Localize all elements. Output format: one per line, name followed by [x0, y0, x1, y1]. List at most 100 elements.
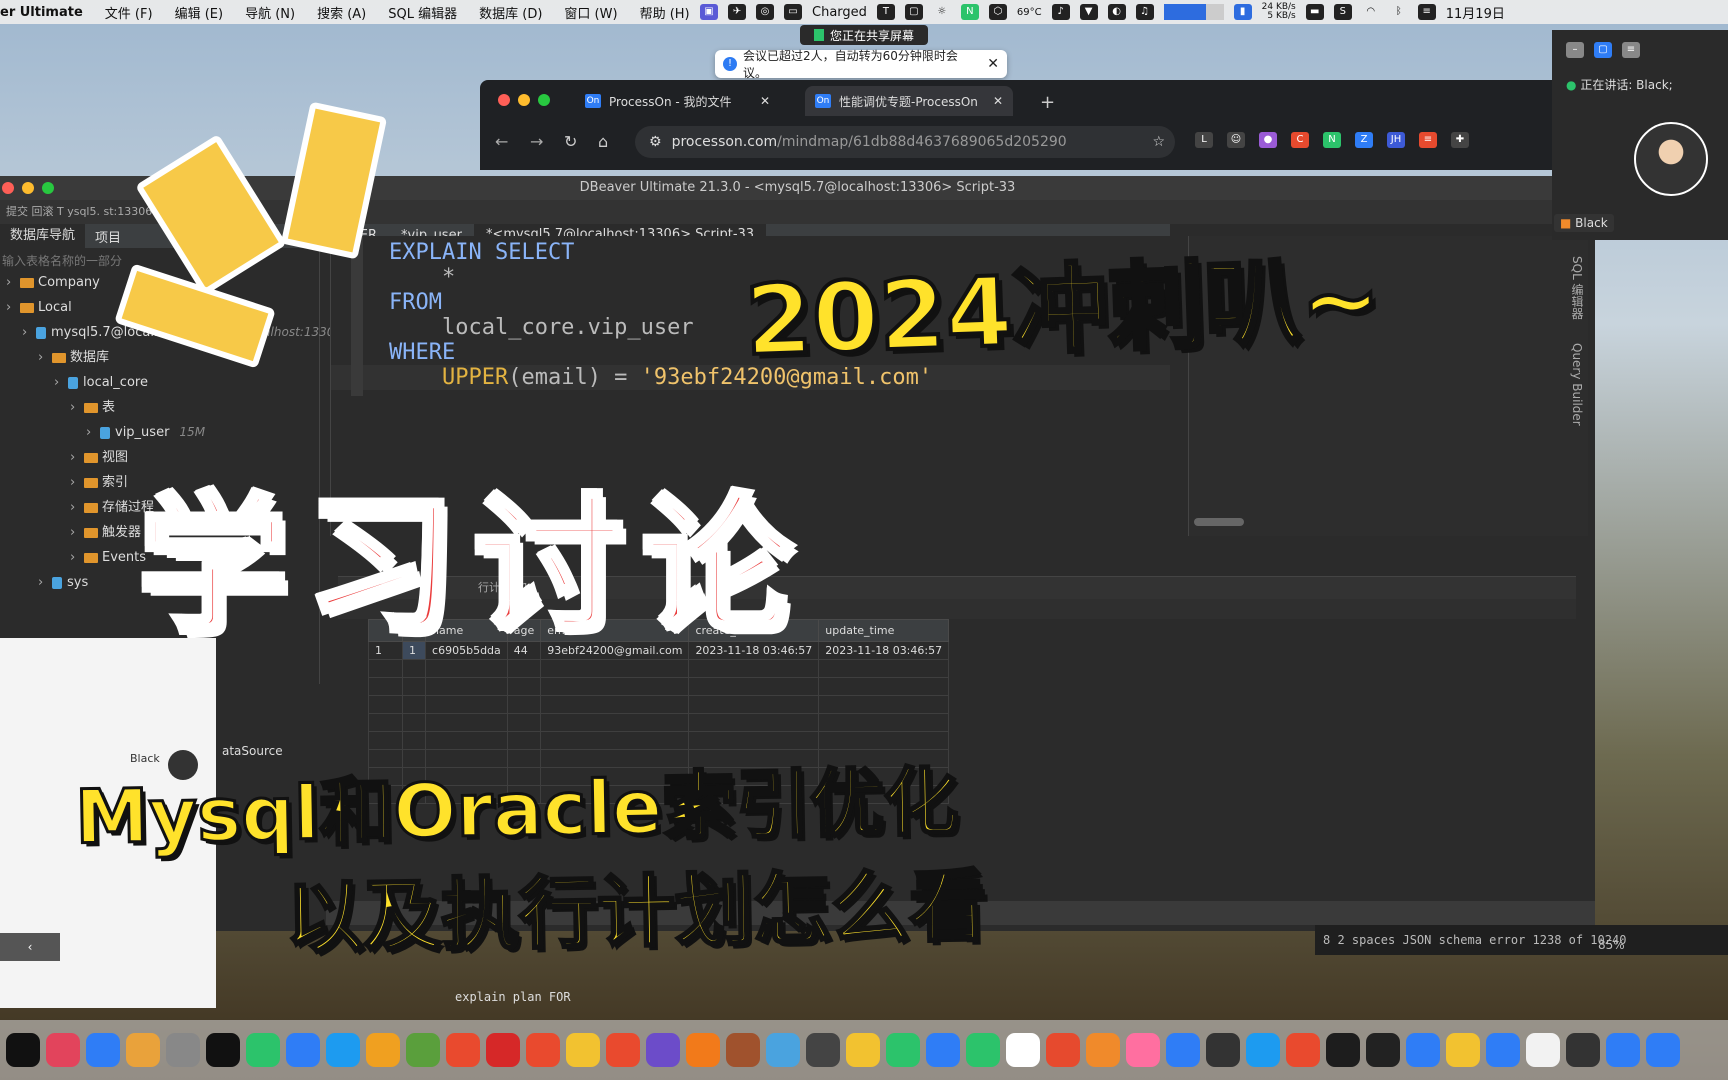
dock-app-icon[interactable]	[566, 1033, 600, 1067]
dock-app-icon[interactable]	[1486, 1033, 1520, 1067]
column-header[interactable]: update_time	[818, 619, 950, 642]
screen-share-icon[interactable]: ▣	[700, 4, 718, 20]
new-tab-button[interactable]: +	[1040, 92, 1055, 113]
chevron-icon[interactable]: ›	[6, 295, 20, 320]
dock-app-icon[interactable]	[1046, 1033, 1080, 1067]
tree-item[interactable]: › vip_user 15M	[0, 420, 319, 445]
battery-status-icon[interactable]: ▬	[1305, 4, 1324, 20]
chevron-icon[interactable]: ›	[70, 470, 84, 495]
window-zoom-button[interactable]	[538, 94, 550, 106]
collapse-button[interactable]: ‹	[0, 933, 60, 961]
window-close-button[interactable]	[2, 182, 14, 194]
tab-performance-tuning[interactable]: On 性能调优专题-ProcessOn ✕	[805, 86, 1013, 116]
dock-app-icon[interactable]	[1286, 1033, 1320, 1067]
dock-app-icon[interactable]	[6, 1033, 40, 1067]
bell-icon[interactable]: ♪	[1051, 4, 1070, 20]
control-center-icon[interactable]: ≡	[1417, 4, 1436, 20]
dock-app-icon[interactable]	[1086, 1033, 1120, 1067]
menu-database[interactable]: 数据库 (D)	[468, 3, 553, 22]
dock-app-icon[interactable]	[526, 1033, 560, 1067]
extension-icon[interactable]: ●	[1259, 132, 1277, 148]
menu-window[interactable]: 窗口 (W)	[553, 3, 628, 22]
dock-app-icon[interactable]	[1166, 1033, 1200, 1067]
memory-icon[interactable]: ▮	[1233, 4, 1252, 20]
menu-search[interactable]: 搜索 (A)	[306, 3, 377, 22]
horizontal-scrollbar[interactable]	[1194, 518, 1244, 526]
bookmark-star-icon[interactable]: ☆	[1152, 134, 1175, 150]
dock-app-icon[interactable]	[766, 1033, 800, 1067]
wifi-icon[interactable]: ◠	[1362, 4, 1380, 20]
chevron-icon[interactable]: ›	[70, 545, 84, 570]
dock-app-icon[interactable]	[1006, 1033, 1040, 1067]
typora-icon[interactable]: T	[876, 4, 895, 20]
app-tray-icon[interactable]: ✈	[728, 4, 746, 20]
chevron-icon[interactable]: ›	[70, 520, 84, 545]
puzzle-icon[interactable]: ✚	[1451, 132, 1469, 148]
tab-processon-files[interactable]: On ProcessOn - 我的文件 ✕	[575, 86, 780, 116]
menubar-app-name[interactable]: er Ultimate	[0, 5, 94, 20]
shield-icon[interactable]: ⬡	[988, 4, 1007, 20]
chevron-icon[interactable]: ›	[6, 270, 20, 295]
dock-app-icon[interactable]	[166, 1033, 200, 1067]
dock-app-icon[interactable]	[486, 1033, 520, 1067]
bookmark-icon[interactable]: ▼	[1079, 4, 1098, 20]
window-close-button[interactable]	[498, 94, 510, 106]
chevron-icon[interactable]: ›	[22, 320, 36, 345]
extension-icon[interactable]: ≡	[1419, 132, 1437, 148]
chevron-icon[interactable]: ›	[38, 570, 52, 595]
tab-sql-editor[interactable]: SQL 编辑器	[1570, 256, 1584, 320]
window-zoom-button[interactable]	[42, 182, 54, 194]
dock-app-icon[interactable]	[966, 1033, 1000, 1067]
tab-close-icon[interactable]: ✕	[760, 94, 770, 108]
moon-icon[interactable]: ◐	[1107, 4, 1126, 20]
table-cell[interactable]: 2023-11-18 03:46:57	[818, 641, 950, 660]
chevron-icon[interactable]: ›	[86, 420, 100, 445]
chevron-icon[interactable]: ›	[70, 495, 84, 520]
dock-app-icon[interactable]	[206, 1033, 240, 1067]
site-info-icon[interactable]: ⚙	[649, 134, 662, 150]
close-icon[interactable]: ✕	[987, 56, 999, 72]
dock-app-icon[interactable]	[726, 1033, 760, 1067]
tree-item[interactable]: › 数据库	[0, 345, 319, 370]
forward-icon[interactable]: →	[530, 132, 543, 151]
dock-app-icon[interactable]	[46, 1033, 80, 1067]
dock-app-icon[interactable]	[126, 1033, 160, 1067]
dock-app-icon[interactable]	[446, 1033, 480, 1067]
dock-app-icon[interactable]	[1126, 1033, 1160, 1067]
menu-edit[interactable]: 编辑 (E)	[164, 3, 235, 22]
wechat-icon[interactable]: ◎	[756, 4, 774, 20]
home-icon[interactable]: ⌂	[598, 132, 608, 151]
dock-app-icon[interactable]	[886, 1033, 920, 1067]
dock-app-icon[interactable]	[1366, 1033, 1400, 1067]
dock-app-icon[interactable]	[1606, 1033, 1640, 1067]
window-icon[interactable]: ▢	[904, 4, 923, 20]
dock-app-icon[interactable]	[86, 1033, 120, 1067]
dock-app-icon[interactable]	[926, 1033, 960, 1067]
dock-app-icon[interactable]	[846, 1033, 880, 1067]
bluetooth-icon[interactable]: ᛒ	[1390, 4, 1408, 20]
window-minimize-button[interactable]	[518, 94, 530, 106]
dock-app-icon[interactable]	[1326, 1033, 1360, 1067]
dock-app-icon[interactable]	[1406, 1033, 1440, 1067]
n-app-icon[interactable]: N	[960, 4, 979, 20]
cpu-graph[interactable]	[1163, 4, 1224, 20]
dock-app-icon[interactable]	[406, 1033, 440, 1067]
clock-date[interactable]: 11月19日	[1446, 3, 1505, 22]
dock-app-icon[interactable]	[806, 1033, 840, 1067]
chevron-icon[interactable]: ›	[38, 345, 52, 370]
airpods-icon[interactable]: ♫	[1135, 4, 1154, 20]
tab-close-icon[interactable]: ✕	[993, 94, 1003, 108]
dock-app-icon[interactable]	[1526, 1033, 1560, 1067]
minimize-icon[interactable]: –	[1566, 42, 1584, 58]
chevron-icon[interactable]: ›	[70, 395, 84, 420]
dock-app-icon[interactable]	[606, 1033, 640, 1067]
extension-icon[interactable]: L	[1195, 132, 1213, 148]
chevron-icon[interactable]: ›	[54, 370, 68, 395]
extension-icon[interactable]: C	[1291, 132, 1309, 148]
extension-icon[interactable]: N	[1323, 132, 1341, 148]
dock-app-icon[interactable]	[1246, 1033, 1280, 1067]
dock-app-icon[interactable]	[1566, 1033, 1600, 1067]
dock-app-icon[interactable]	[1206, 1033, 1240, 1067]
menu-help[interactable]: 帮助 (H)	[629, 3, 701, 22]
menu-navigate[interactable]: 导航 (N)	[234, 3, 306, 22]
